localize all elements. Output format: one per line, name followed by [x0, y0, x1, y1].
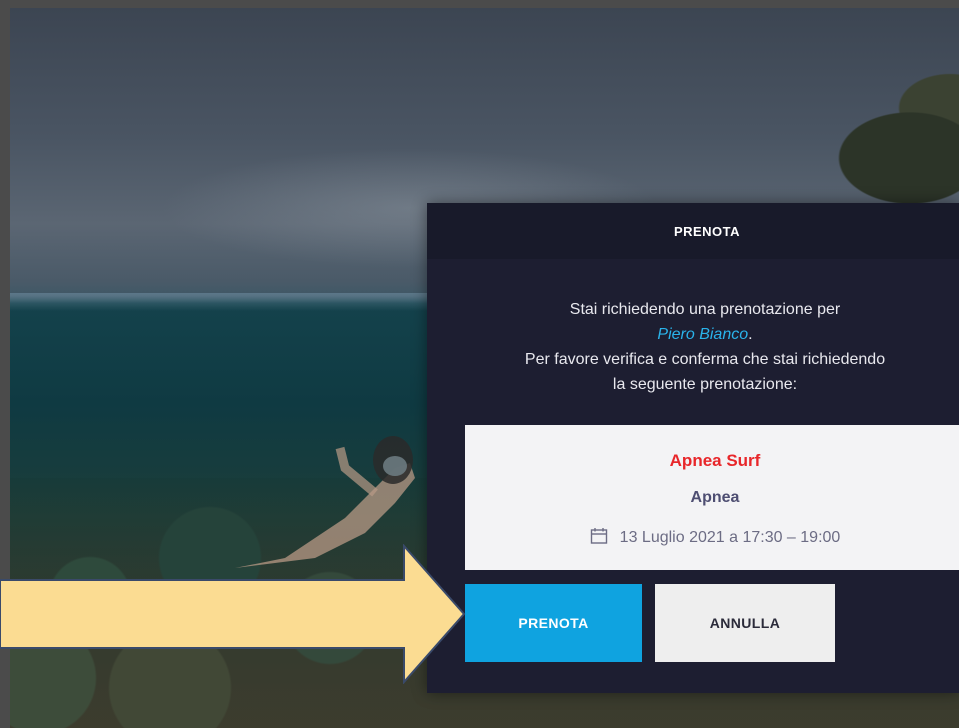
cancel-button[interactable]: ANNULLA — [655, 584, 835, 662]
intro-line-3: Per favore verifica e conferma che stai … — [524, 351, 886, 368]
intro-line-1: Stai richiedendo una prenotazione per — [569, 301, 841, 318]
intro-line-4: la seguente prenotazione: — [612, 376, 798, 393]
calendar-icon — [590, 528, 607, 544]
arrow-right-icon — [0, 544, 466, 684]
instructor-suffix: . — [748, 326, 753, 343]
booking-subtitle: Apnea — [690, 489, 740, 506]
booking-intro-text: Stai richiedendo una prenotazione per Pi… — [427, 297, 959, 397]
booking-summary-card: Apnea Surf Apnea 13 Luglio 2021 a 17:30 … — [465, 425, 959, 570]
booking-modal: PRENOTA Stai richiedendo una prenotazion… — [427, 203, 959, 693]
confirm-booking-button[interactable]: PRENOTA — [465, 584, 642, 662]
booking-date-row: 13 Luglio 2021 a 17:30 – 19:00 — [465, 527, 959, 547]
instructor-link[interactable]: Piero Bianco — [657, 326, 748, 343]
booking-title: Apnea Surf — [669, 451, 761, 470]
modal-title: PRENOTA — [673, 224, 741, 239]
intro-line-2: Piero Bianco. — [427, 322, 959, 347]
booking-date: 13 Luglio 2021 a 17:30 – 19:00 — [619, 529, 841, 546]
modal-header: PRENOTA — [427, 203, 959, 259]
screenshot-frame: PRENOTA Stai richiedendo una prenotazion… — [0, 0, 959, 728]
